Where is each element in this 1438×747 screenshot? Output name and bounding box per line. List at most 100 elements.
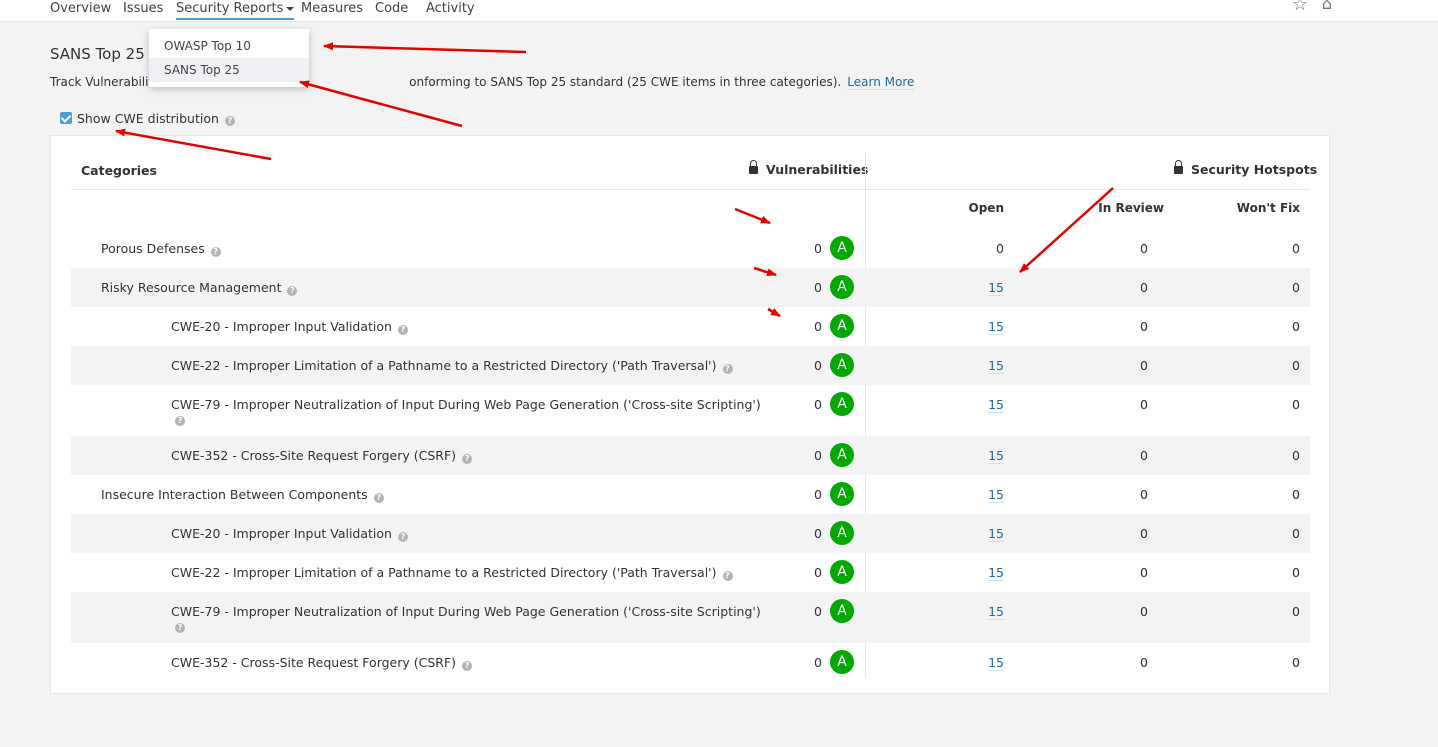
row-name-cell: CWE-22 - Improper Limitation of a Pathna…: [171, 358, 733, 374]
learn-more-link[interactable]: Learn More: [847, 75, 915, 90]
top-nav: Overview Issues Security Reports Measure…: [0, 0, 1438, 22]
help-icon[interactable]: ?: [373, 493, 384, 503]
hotspots-open[interactable]: 15: [971, 655, 1004, 671]
hotspots-open-value[interactable]: 15: [988, 358, 1004, 374]
help-icon[interactable]: ?: [462, 454, 473, 464]
row-name-cell: CWE-352 - Cross-Site Request Forgery (CS…: [171, 448, 473, 464]
row-name: CWE-22 - Improper Limitation of a Pathna…: [171, 565, 717, 580]
subheader-open: Open: [968, 201, 1004, 215]
row-name-cell: Porous Defenses?: [101, 241, 221, 257]
table-row: CWE-22 - Improper Limitation of a Pathna…: [71, 553, 1310, 592]
hotspots-open-value[interactable]: 15: [988, 319, 1004, 335]
hotspots-wont-fix: 0: [1292, 358, 1300, 373]
vulnerability-count: 0: [814, 358, 822, 373]
security-rating-badge[interactable]: A: [830, 599, 854, 623]
header-security-hotspots-label: Security Hotspots: [1191, 162, 1318, 177]
help-icon[interactable]: ?: [175, 416, 185, 426]
help-icon[interactable]: ?: [397, 325, 408, 335]
hotspots-in-review: 0: [1140, 565, 1148, 580]
nav-measures[interactable]: Measures: [301, 0, 363, 17]
table-row: CWE-79 - Improper Neutralization of Inpu…: [71, 592, 1310, 643]
hotspots-open[interactable]: 15: [971, 319, 1004, 335]
show-cwe-toggle[interactable]: Show CWE distribution?: [60, 111, 235, 126]
row-name: CWE-20 - Improper Input Validation: [171, 319, 392, 334]
hotspots-open-value[interactable]: 15: [988, 448, 1004, 464]
home-icon[interactable]: ⌂: [1322, 0, 1332, 13]
hotspots-open[interactable]: 15: [971, 448, 1004, 464]
hotspots-open[interactable]: 15: [971, 397, 1004, 413]
hotspots-wont-fix: 0: [1292, 487, 1300, 502]
row-name-cell: Risky Resource Management?: [101, 280, 298, 296]
hotspots-open-value[interactable]: 15: [988, 565, 1004, 581]
vulnerability-count: 0: [814, 241, 822, 256]
security-rating-badge[interactable]: A: [830, 650, 854, 674]
hotspots-open-value: 0: [996, 241, 1004, 256]
row-name-cell: CWE-22 - Improper Limitation of a Pathna…: [171, 565, 733, 581]
hotspots-wont-fix: 0: [1292, 526, 1300, 541]
hotspots-open-value[interactable]: 15: [988, 487, 1004, 503]
security-rating-badge[interactable]: A: [830, 236, 854, 260]
security-rating-badge[interactable]: A: [830, 353, 854, 377]
help-icon[interactable]: ?: [397, 532, 408, 542]
dropdown-option-owasp[interactable]: OWASP Top 10: [149, 34, 309, 58]
hotspots-open[interactable]: 15: [971, 526, 1004, 542]
nav-overview[interactable]: Overview: [50, 0, 111, 17]
row-name: Risky Resource Management: [101, 280, 282, 295]
security-rating-badge[interactable]: A: [830, 482, 854, 506]
nav-issues[interactable]: Issues: [123, 0, 163, 17]
nav-security-reports[interactable]: Security Reports: [176, 0, 295, 20]
help-icon[interactable]: ?: [224, 116, 235, 126]
security-rating-badge[interactable]: A: [830, 560, 854, 584]
hotspots-wont-fix: 0: [1292, 319, 1300, 334]
security-rating-badge[interactable]: A: [830, 443, 854, 467]
lock-icon: [749, 160, 758, 174]
hotspots-open[interactable]: 15: [971, 604, 1004, 620]
hotspots-in-review: 0: [1140, 604, 1148, 619]
hotspots-open-value[interactable]: 15: [988, 655, 1004, 671]
show-cwe-label: Show CWE distribution: [77, 111, 219, 126]
vulnerability-count: 0: [814, 319, 822, 334]
hotspots-open[interactable]: 15: [971, 280, 1004, 296]
help-icon[interactable]: ?: [175, 623, 185, 633]
nav-code[interactable]: Code: [375, 0, 408, 17]
nav-activity[interactable]: Activity: [426, 0, 475, 17]
hotspots-open[interactable]: 15: [971, 358, 1004, 374]
security-rating-badge[interactable]: A: [830, 275, 854, 299]
row-name-cell: CWE-79 - Improper Neutralization of Inpu…: [171, 604, 761, 620]
hotspots-wont-fix: 0: [1292, 565, 1300, 580]
sans-table-panel: Categories Vulnerabilities Security Hots…: [50, 135, 1330, 694]
hotspots-open-value[interactable]: 15: [988, 397, 1004, 413]
header-vulnerabilities-label: Vulnerabilities: [766, 162, 869, 177]
help-icon[interactable]: ?: [722, 571, 733, 581]
show-cwe-checkbox[interactable]: [60, 112, 72, 124]
hotspots-wont-fix: 0: [1292, 448, 1300, 463]
table-row: Insecure Interaction Between Components?…: [71, 475, 1310, 514]
row-name: CWE-22 - Improper Limitation of a Pathna…: [171, 358, 717, 373]
security-rating-badge[interactable]: A: [830, 521, 854, 545]
help-icon[interactable]: ?: [287, 286, 298, 296]
hotspots-wont-fix: 0: [1292, 397, 1300, 412]
hotspots-wont-fix: 0: [1292, 604, 1300, 619]
help-icon[interactable]: ?: [722, 364, 733, 374]
help-icon[interactable]: ?: [462, 661, 473, 671]
security-rating-badge[interactable]: A: [830, 314, 854, 338]
security-reports-dropdown: OWASP Top 10 SANS Top 25: [149, 29, 309, 87]
row-name-cell: CWE-20 - Improper Input Validation?: [171, 526, 408, 542]
vulnerability-count: 0: [814, 448, 822, 463]
hotspots-open-value[interactable]: 15: [988, 526, 1004, 542]
dropdown-option-sans[interactable]: SANS Top 25: [149, 58, 309, 82]
nav-security-reports-label: Security Reports: [176, 1, 284, 16]
row-name: CWE-352 - Cross-Site Request Forgery (CS…: [171, 655, 457, 670]
security-rating-badge[interactable]: A: [830, 392, 854, 416]
star-icon[interactable]: ☆: [1292, 0, 1308, 15]
hotspots-in-review: 0: [1140, 526, 1148, 541]
help-icon[interactable]: ?: [210, 247, 221, 257]
hotspots-open[interactable]: 15: [971, 565, 1004, 581]
page-title: SANS Top 25: [50, 45, 145, 63]
header-security-hotspots: Security Hotspots: [1174, 160, 1318, 177]
hotspots-open[interactable]: 15: [971, 487, 1004, 503]
hotspots-in-review: 0: [1140, 241, 1148, 256]
hotspots-open-value[interactable]: 15: [988, 280, 1004, 296]
hotspots-open-value[interactable]: 15: [988, 604, 1004, 620]
hotspots-wont-fix: 0: [1292, 241, 1300, 256]
